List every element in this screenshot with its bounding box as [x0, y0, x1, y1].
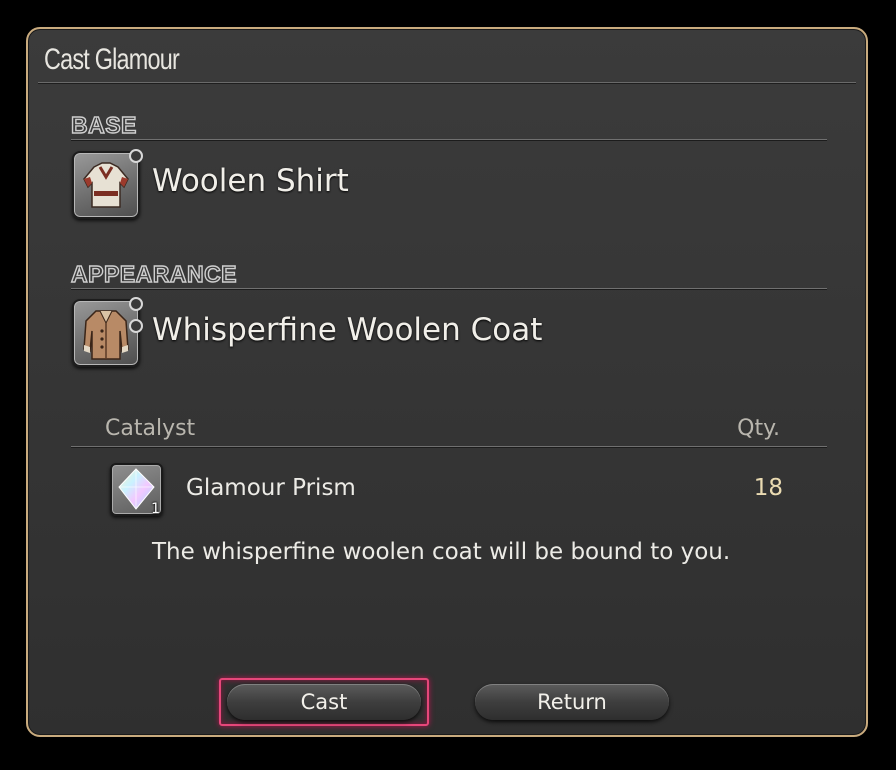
cast-glamour-window: Cast Glamour BASE Woolen Shirt APPEARANC…: [26, 27, 868, 737]
quantity-header-label: Qty.: [737, 416, 780, 441]
shirt-graphic: [83, 162, 129, 208]
glamour-prism-icon[interactable]: 1: [110, 463, 163, 517]
dye-slot-icon: [129, 319, 143, 333]
appearance-section-label: APPEARANCE: [70, 260, 238, 287]
appearance-item-name: Whisperfine Woolen Coat: [152, 312, 543, 348]
bind-warning-message: The whisperfine woolen coat will be boun…: [152, 539, 731, 565]
base-section-divider: [71, 139, 827, 140]
base-item-name: Woolen Shirt: [152, 163, 349, 199]
catalyst-quantity: 18: [753, 475, 783, 501]
woolen-coat-icon[interactable]: [72, 297, 143, 367]
woolen-shirt-icon[interactable]: [72, 149, 143, 219]
catalyst-divider: [71, 446, 827, 447]
base-section-label: BASE: [70, 111, 137, 138]
catalyst-item-name: Glamour Prism: [186, 475, 356, 501]
title-divider: [38, 82, 856, 83]
return-button[interactable]: Return: [475, 684, 669, 720]
dye-slot-icon: [129, 149, 143, 163]
appearance-section-divider: [71, 288, 827, 289]
catalyst-header-label: Catalyst: [105, 416, 196, 441]
coat-graphic: [83, 310, 129, 360]
window-title: Cast Glamour: [44, 43, 180, 76]
dye-slot-icon: [129, 297, 143, 311]
cast-button[interactable]: Cast: [227, 684, 421, 720]
stack-count: 1: [151, 501, 160, 517]
